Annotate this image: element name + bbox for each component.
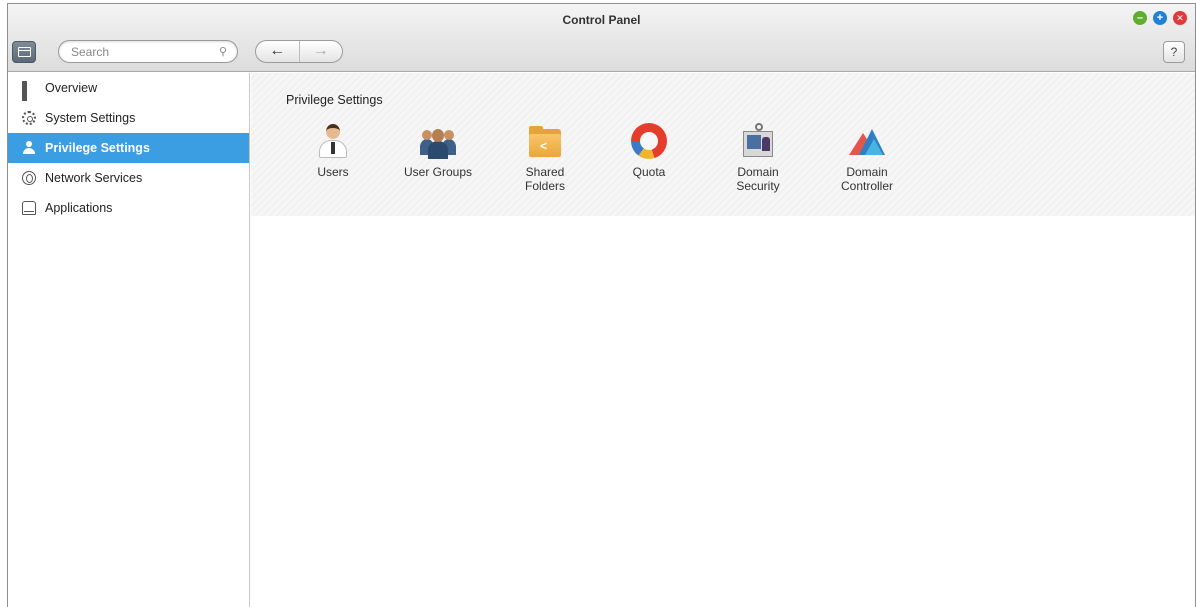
shared-folders-icon: < <box>527 123 563 159</box>
domain-security-icon <box>740 123 776 159</box>
app-label: Users <box>317 165 349 179</box>
back-button[interactable]: ← <box>256 41 299 62</box>
user-icon <box>22 141 36 155</box>
close-icon[interactable]: ✕ <box>1173 11 1187 25</box>
domain-controller-icon <box>849 123 885 159</box>
app-users[interactable]: Users <box>283 123 383 179</box>
app-label: Quota <box>632 165 666 179</box>
app-label: Domain Controller <box>840 165 894 193</box>
forward-button[interactable]: → <box>298 41 343 62</box>
privilege-settings-panel: Privilege Settings Users User Groups < S… <box>251 73 1195 216</box>
sidebar-item-overview[interactable]: Overview <box>8 73 249 103</box>
sidebar: Overview System Settings Privilege Setti… <box>8 73 250 607</box>
main-content: Privilege Settings Users User Groups < S… <box>251 73 1195 607</box>
app-domain-controller[interactable]: Domain Controller <box>817 123 917 193</box>
gear-icon <box>22 111 36 125</box>
window-controls: – + ✕ <box>1133 11 1187 25</box>
sidebar-item-label: Privilege Settings <box>45 141 150 155</box>
sidebar-item-label: Network Services <box>45 171 143 185</box>
maximize-icon[interactable]: + <box>1153 11 1167 25</box>
sidebar-item-label: System Settings <box>45 111 136 125</box>
search-input[interactable] <box>71 44 211 60</box>
main-menu-button[interactable] <box>12 41 36 63</box>
overview-icon <box>22 81 36 101</box>
quota-icon <box>631 123 667 159</box>
help-button[interactable]: ? <box>1163 41 1185 63</box>
user-groups-icon <box>420 123 456 159</box>
app-shared-folders[interactable]: < Shared Folders <box>495 123 595 193</box>
app-quota[interactable]: Quota <box>599 123 699 179</box>
search-icon[interactable]: ⚲ <box>219 45 227 58</box>
search-box: ⚲ <box>58 40 238 63</box>
app-label: User Groups <box>403 165 473 179</box>
applications-icon <box>22 201 36 215</box>
title-bar: Control Panel – + ✕ ⚲ ← → ? <box>8 4 1195 72</box>
section-title: Privilege Settings <box>286 93 383 107</box>
sidebar-item-label: Overview <box>45 81 98 95</box>
network-icon <box>22 171 36 185</box>
sidebar-item-label: Applications <box>45 201 113 215</box>
sidebar-item-privilege-settings[interactable]: Privilege Settings <box>8 133 249 163</box>
minimize-icon[interactable]: – <box>1133 11 1147 25</box>
sidebar-item-system-settings[interactable]: System Settings <box>8 103 249 133</box>
app-user-groups[interactable]: User Groups <box>388 123 488 179</box>
menu-icon <box>18 47 31 57</box>
navigation-buttons: ← → <box>255 40 343 63</box>
sidebar-item-applications[interactable]: Applications <box>8 193 249 223</box>
users-icon <box>315 123 351 159</box>
sidebar-item-network-services[interactable]: Network Services <box>8 163 249 193</box>
app-label: Shared Folders <box>524 165 565 193</box>
window-title: Control Panel <box>562 13 641 27</box>
control-panel-window: Control Panel – + ✕ ⚲ ← → ? Overview Sys… <box>7 3 1196 607</box>
app-label: Domain Security <box>736 165 780 193</box>
app-domain-security[interactable]: Domain Security <box>708 123 808 193</box>
